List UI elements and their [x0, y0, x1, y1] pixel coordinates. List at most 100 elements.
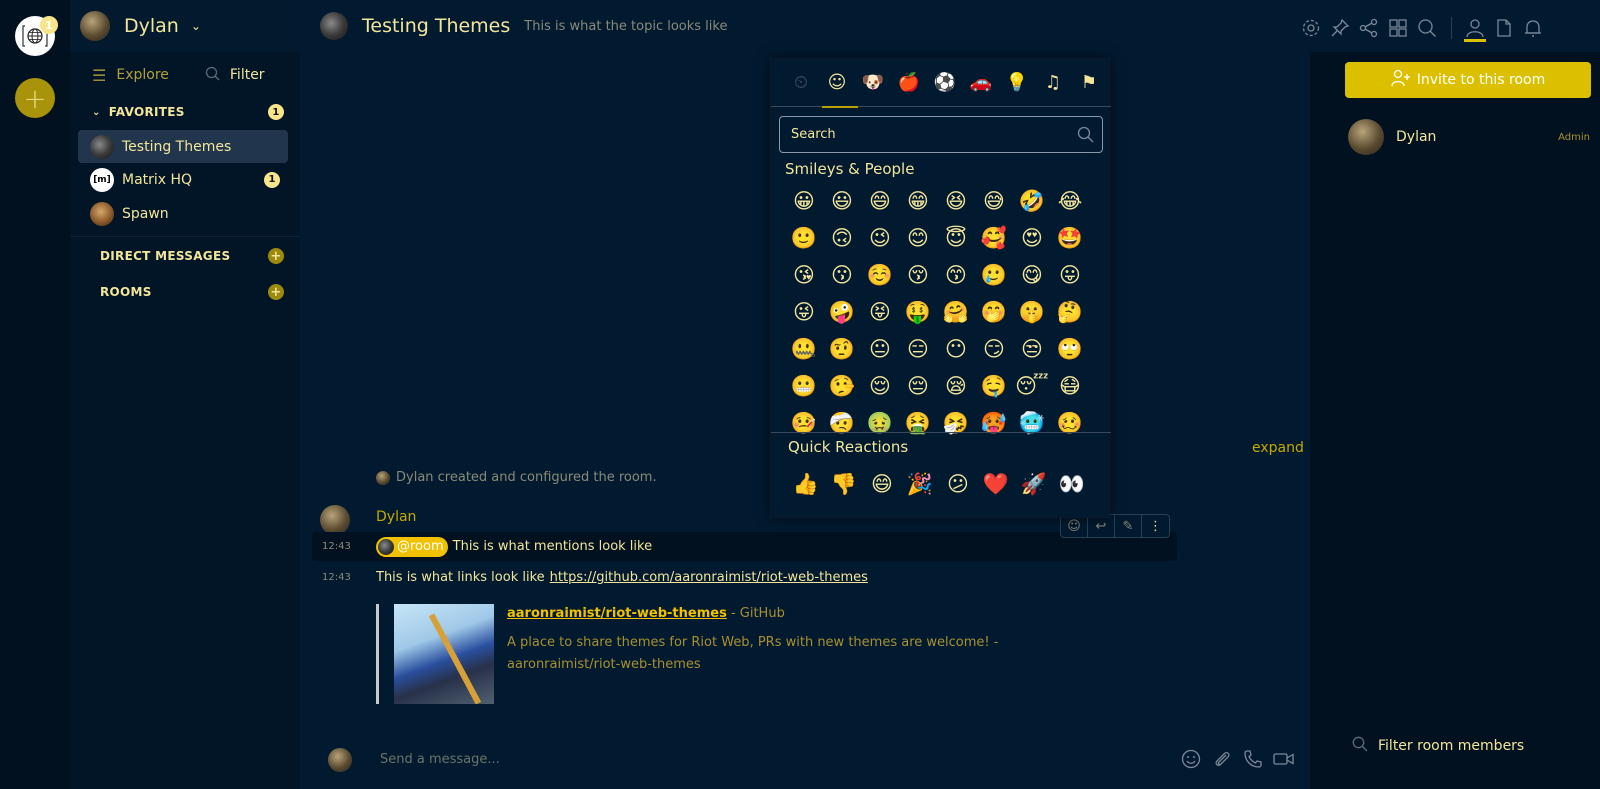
emoji-button[interactable]: 😪: [937, 368, 975, 405]
message-link[interactable]: https://github.com/aaronraimist/riot-web…: [550, 570, 868, 585]
emoji-button[interactable]: 🤫: [1013, 294, 1051, 331]
emoji-button[interactable]: 🤮: [899, 405, 937, 442]
member-item[interactable]: Dylan Admin: [1348, 119, 1593, 155]
category-activities-ball-icon[interactable]: ⚽: [927, 68, 963, 98]
filter-members-input[interactable]: [1378, 738, 1578, 754]
filter-members-field[interactable]: [1352, 736, 1578, 756]
emoji-button[interactable]: 😃: [823, 183, 861, 220]
emoji-button[interactable]: 😂: [1051, 183, 1089, 220]
quick-reaction-button[interactable]: 👀: [1053, 469, 1091, 499]
room-title[interactable]: Testing Themes: [362, 15, 510, 37]
category-flags-icon[interactable]: ⚑: [1071, 68, 1107, 98]
emoji-button[interactable]: 🤑: [899, 294, 937, 331]
emoji-button[interactable]: 😶: [937, 331, 975, 368]
emoji-button[interactable]: 😁: [899, 183, 937, 220]
invite-to-room-button[interactable]: Invite to this room: [1345, 62, 1591, 98]
emoji-search-input[interactable]: [791, 127, 1061, 142]
emoji-button[interactable]: 😴: [1013, 368, 1051, 405]
category-smileys-icon[interactable]: ☺: [819, 68, 858, 108]
quick-reaction-button[interactable]: 🚀: [1015, 469, 1053, 499]
emoji-button[interactable]: 😷: [1051, 368, 1089, 405]
emoji-button[interactable]: 🤕: [823, 405, 861, 442]
react-icon[interactable]: ☺: [1061, 515, 1088, 537]
apps-grid-icon[interactable]: [1387, 17, 1409, 39]
category-travel-car-icon[interactable]: 🚗: [963, 68, 999, 98]
quick-reaction-button[interactable]: 👎: [825, 469, 863, 499]
expand-link[interactable]: expand: [1252, 440, 1304, 456]
emoji-button[interactable]: 🤤: [975, 368, 1013, 405]
emoji-button[interactable]: 🤣: [1013, 183, 1051, 220]
emoji-button[interactable]: 🥶: [1013, 405, 1051, 442]
room-item-spawn[interactable]: Spawn: [78, 197, 288, 230]
pin-icon[interactable]: [1329, 17, 1351, 39]
emoji-button[interactable]: 🙃: [823, 220, 861, 257]
emoji-button[interactable]: 😐: [861, 331, 899, 368]
share-icon[interactable]: [1358, 17, 1380, 39]
emoji-button[interactable]: ☺️: [861, 257, 899, 294]
emoji-button[interactable]: 😛: [1051, 257, 1089, 294]
emoji-button[interactable]: 😍: [1013, 220, 1051, 257]
sender-name[interactable]: Dylan: [376, 509, 416, 525]
emoji-button[interactable]: 🤒: [785, 405, 823, 442]
user-menu-button[interactable]: Dylan ⌄: [70, 0, 300, 52]
filter-rooms-input[interactable]: Filter: [205, 66, 265, 85]
emoji-button[interactable]: 😇: [937, 220, 975, 257]
options-kebab-icon[interactable]: ⋮: [1142, 515, 1169, 537]
emoji-button[interactable]: 🥵: [975, 405, 1013, 442]
emoji-button[interactable]: 🥴: [1051, 405, 1089, 442]
category-food-apple-icon[interactable]: 🍎: [891, 68, 927, 98]
room-item-matrix-hq[interactable]: [m] Matrix HQ 1: [78, 163, 288, 196]
edit-pencil-icon[interactable]: ✎: [1115, 515, 1142, 537]
start-chat-button[interactable]: +: [268, 248, 284, 264]
emoji-button[interactable]: 😗: [823, 257, 861, 294]
message-timestamp[interactable]: 12:43: [312, 541, 376, 552]
search-icon[interactable]: [1416, 17, 1438, 39]
notifications-bell-icon[interactable]: [1522, 17, 1544, 39]
room-avatar[interactable]: [320, 12, 348, 40]
emoji-button[interactable]: 🤐: [785, 331, 823, 368]
emoji-icon[interactable]: [1180, 748, 1202, 770]
reply-icon[interactable]: ↩: [1088, 515, 1115, 537]
emoji-button[interactable]: 😚: [899, 257, 937, 294]
category-objects-bulb-icon[interactable]: 💡: [999, 68, 1035, 98]
quick-reaction-button[interactable]: 😄: [863, 469, 901, 499]
emoji-button[interactable]: 😒: [1013, 331, 1051, 368]
explore-button[interactable]: ☰ Explore: [92, 66, 169, 85]
files-icon[interactable]: [1493, 17, 1515, 39]
emoji-button[interactable]: 😑: [899, 331, 937, 368]
emoji-button[interactable]: 🤥: [823, 368, 861, 405]
preview-image[interactable]: [394, 604, 494, 704]
emoji-button[interactable]: 🤩: [1051, 220, 1089, 257]
emoji-button[interactable]: 😅: [975, 183, 1013, 220]
emoji-button[interactable]: 🤨: [823, 331, 861, 368]
quick-reaction-button[interactable]: 👍: [787, 469, 825, 499]
emoji-button[interactable]: 😉: [861, 220, 899, 257]
members-person-icon[interactable]: [1464, 14, 1486, 42]
quick-reaction-button[interactable]: ❤️: [977, 469, 1015, 499]
message-timestamp[interactable]: 12:43: [312, 572, 376, 583]
emoji-button[interactable]: 😔: [899, 368, 937, 405]
emoji-button[interactable]: 😊: [899, 220, 937, 257]
emoji-button[interactable]: 🙄: [1051, 331, 1089, 368]
video-call-camera-icon[interactable]: [1273, 748, 1295, 770]
emoji-button[interactable]: 🤭: [975, 294, 1013, 331]
favorites-section-header[interactable]: ⌄ FAVORITES 1: [70, 100, 300, 124]
sender-avatar[interactable]: [320, 505, 350, 535]
rooms-section-header[interactable]: ROOMS +: [70, 280, 300, 304]
quick-reaction-button[interactable]: 🎉: [901, 469, 939, 499]
emoji-button[interactable]: 😄: [861, 183, 899, 220]
emoji-button[interactable]: 😜: [785, 294, 823, 331]
emoji-button[interactable]: 😀: [785, 183, 823, 220]
direct-messages-section-header[interactable]: DIRECT MESSAGES +: [70, 244, 300, 268]
create-space-button[interactable]: +: [15, 78, 55, 118]
attachment-paperclip-icon[interactable]: [1211, 748, 1233, 770]
emoji-button[interactable]: 🥲: [975, 257, 1013, 294]
room-mention-pill[interactable]: @room: [376, 536, 448, 557]
category-recent-clock-icon[interactable]: ⏲: [783, 68, 819, 98]
emoji-button[interactable]: 😋: [1013, 257, 1051, 294]
settings-gear-icon[interactable]: [1300, 17, 1322, 39]
category-symbols-icon[interactable]: ♫: [1035, 68, 1071, 98]
emoji-button[interactable]: 🤗: [937, 294, 975, 331]
voice-call-phone-icon[interactable]: [1242, 748, 1264, 770]
message-input[interactable]: [380, 752, 1160, 767]
